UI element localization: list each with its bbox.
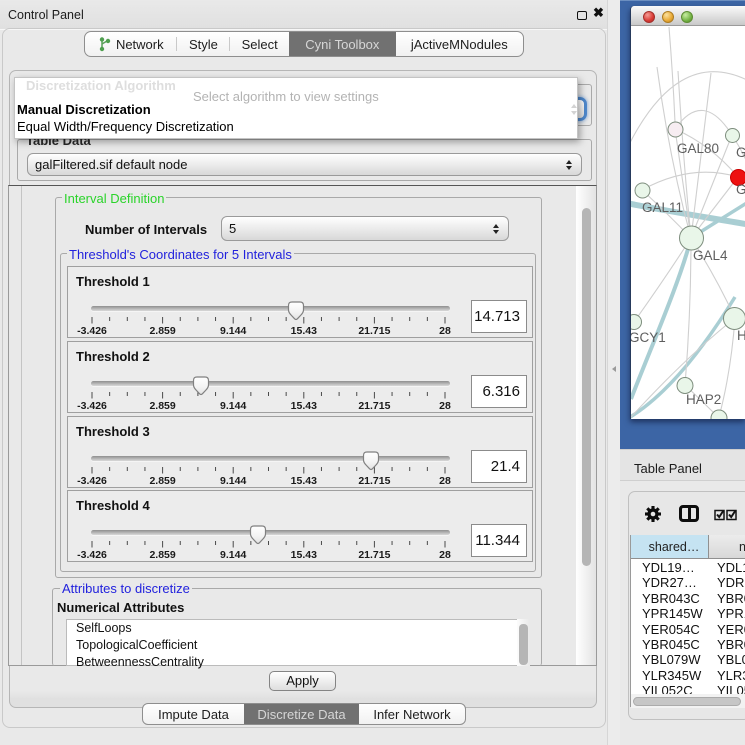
svg-text:GA: GA xyxy=(736,145,745,160)
svg-text:GCY1: GCY1 xyxy=(631,330,666,345)
svg-text:HAP2: HAP2 xyxy=(686,392,721,407)
svg-text:H: H xyxy=(737,328,745,343)
svg-text:G: G xyxy=(736,182,745,197)
svg-text:GAL11: GAL11 xyxy=(642,200,683,215)
svg-text:GAL80: GAL80 xyxy=(677,141,719,156)
svg-text:GAL4: GAL4 xyxy=(693,248,728,263)
